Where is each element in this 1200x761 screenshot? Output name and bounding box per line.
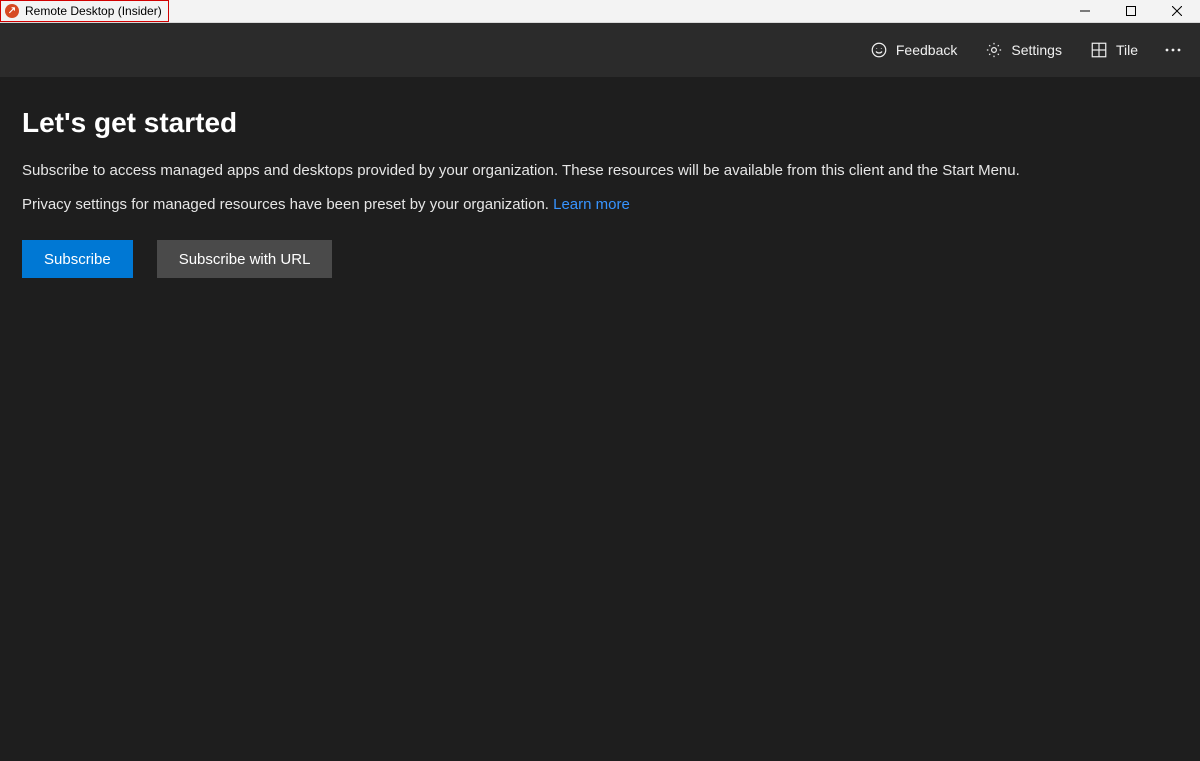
grid-icon: [1090, 41, 1108, 59]
page-title: Let's get started: [22, 107, 1178, 139]
subscribe-url-button[interactable]: Subscribe with URL: [157, 240, 333, 278]
settings-label: Settings: [1011, 42, 1062, 58]
more-icon: [1164, 48, 1182, 52]
privacy-prefix: Privacy settings for managed resources h…: [22, 196, 553, 213]
main-content: Let's get started Subscribe to access ma…: [0, 77, 1200, 761]
smile-icon: [870, 41, 888, 59]
feedback-label: Feedback: [896, 42, 957, 58]
app-window: Remote Desktop (Insider): [0, 0, 1200, 761]
tile-label: Tile: [1116, 42, 1138, 58]
window-title: Remote Desktop (Insider): [25, 4, 168, 18]
settings-button[interactable]: Settings: [973, 35, 1074, 65]
close-button[interactable]: [1154, 0, 1200, 22]
maximize-button[interactable]: [1108, 0, 1154, 22]
titlebar-left-highlight: Remote Desktop (Insider): [0, 0, 169, 22]
app-icon: [5, 4, 19, 18]
minimize-button[interactable]: [1062, 0, 1108, 22]
gear-icon: [985, 41, 1003, 59]
subscribe-button[interactable]: Subscribe: [22, 240, 133, 278]
learn-more-link[interactable]: Learn more: [553, 196, 630, 213]
feedback-button[interactable]: Feedback: [858, 35, 969, 65]
description-text: Subscribe to access managed apps and des…: [22, 161, 1178, 181]
button-row: Subscribe Subscribe with URL: [22, 240, 1178, 278]
more-button[interactable]: [1154, 42, 1192, 58]
toolbar: Feedback Settings Tile: [0, 23, 1200, 77]
titlebar: Remote Desktop (Insider): [0, 0, 1200, 23]
privacy-text: Privacy settings for managed resources h…: [22, 195, 1178, 215]
window-controls: [1062, 0, 1200, 22]
tile-button[interactable]: Tile: [1078, 35, 1150, 65]
